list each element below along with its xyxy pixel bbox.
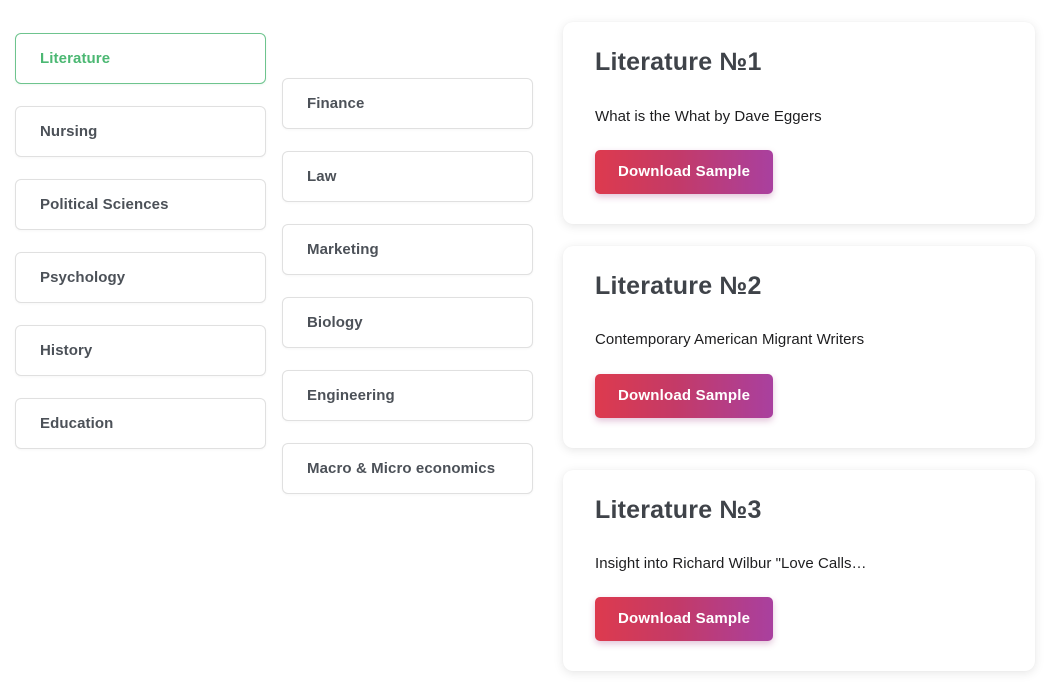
category-item-label: Nursing <box>40 122 98 140</box>
category-item-literature[interactable]: Literature <box>15 33 266 84</box>
category-list-column-1: Literature Nursing Political Sciences Psych… <box>15 33 266 449</box>
category-item-label: Engineering <box>307 386 395 404</box>
category-item-finance[interactable]: Finance <box>282 78 533 129</box>
category-item-label: Literature <box>40 49 111 67</box>
category-item-label: Finance <box>307 94 365 112</box>
sample-card: Literature №2 Contemporary American Migra… <box>563 245 1035 448</box>
sample-card-title: Literature №2 <box>595 271 762 300</box>
sample-card-description: Insight into Richard Wilbur "Love Calls… <box>595 555 867 572</box>
category-item-label: History <box>40 341 93 359</box>
download-sample-button[interactable]: Download Sample <box>595 373 774 418</box>
category-item-label: Education <box>40 414 114 432</box>
category-item-label: Biology <box>307 313 363 331</box>
download-sample-button[interactable]: Download Sample <box>595 149 774 194</box>
category-item-psychology[interactable]: Psychology <box>15 252 266 303</box>
sample-card-description: What is the What by Dave Eggers <box>595 107 822 125</box>
download-sample-button[interactable]: Download Sample <box>595 597 774 642</box>
category-item-label: Macro & Micro economics <box>307 459 496 477</box>
category-item-political-sciences[interactable]: Political Sciences <box>15 179 266 230</box>
sample-card: Literature №1 What is the What by Dave Eg… <box>563 22 1035 224</box>
category-item-biology[interactable]: Biology <box>282 297 533 348</box>
category-item-marketing[interactable]: Marketing <box>282 224 533 275</box>
sample-card-description: Contemporary American Migrant Writers <box>595 331 865 349</box>
category-item-law[interactable]: Law <box>282 151 533 202</box>
category-item-engineering[interactable]: Engineering <box>282 370 533 421</box>
category-item-history[interactable]: History <box>15 325 266 376</box>
category-item-education[interactable]: Education <box>15 398 266 449</box>
sample-card: Literature №3 Insight into Richard Wilbur… <box>563 469 1035 672</box>
sample-card-title: Literature №1 <box>595 48 762 76</box>
category-item-macro-micro-economics[interactable]: Macro & Micro economics <box>282 443 533 494</box>
category-item-label: Psychology <box>40 268 126 286</box>
category-item-label: Law <box>307 167 337 185</box>
category-item-label: Political Sciences <box>40 195 169 213</box>
sample-card-title: Literature №3 <box>595 495 762 524</box>
samples-browser: Literature Nursing Political Sciences Psych… <box>0 0 1047 688</box>
category-item-label: Marketing <box>307 240 379 258</box>
category-list-column-2: Finance Law Marketing Biology Engineering Mac… <box>282 78 533 494</box>
sample-card-list: Literature №1 What is the What by Dave Eg… <box>563 22 1035 672</box>
category-item-nursing[interactable]: Nursing <box>15 106 266 157</box>
